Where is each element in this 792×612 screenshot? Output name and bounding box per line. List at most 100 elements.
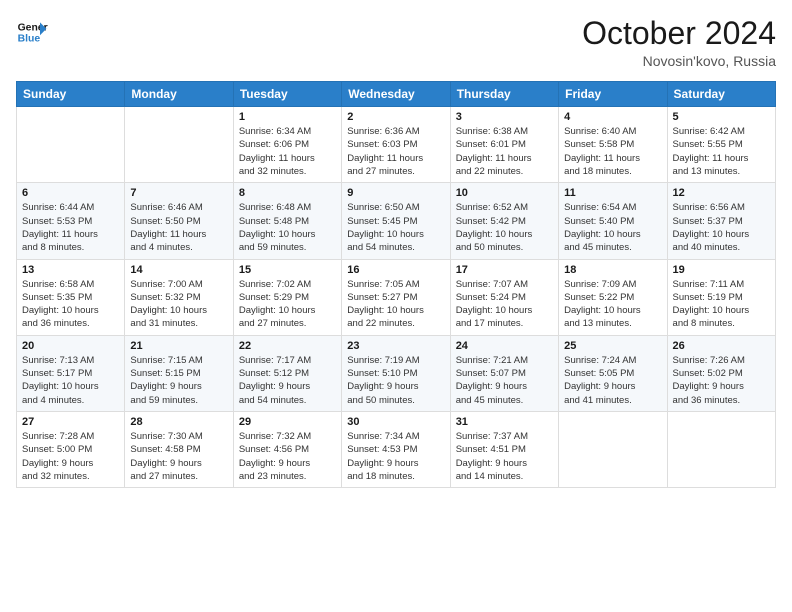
- calendar-cell: 12 Sunrise: 6:56 AMSunset: 5:37 PMDayligh…: [667, 183, 775, 259]
- day-info: Sunrise: 6:58 AMSunset: 5:35 PMDaylight:…: [22, 278, 119, 331]
- day-number: 13: [22, 264, 119, 276]
- day-number: 20: [22, 340, 119, 352]
- weekday-header-wednesday: Wednesday: [342, 82, 450, 107]
- day-number: 3: [456, 111, 553, 123]
- calendar-cell: 29 Sunrise: 7:32 AMSunset: 4:56 PMDayligh…: [233, 411, 341, 487]
- day-info: Sunrise: 7:19 AMSunset: 5:10 PMDaylight:…: [347, 354, 444, 407]
- day-number: 4: [564, 111, 661, 123]
- weekday-header-monday: Monday: [125, 82, 233, 107]
- calendar-week-row: 13 Sunrise: 6:58 AMSunset: 5:35 PMDayligh…: [17, 259, 776, 335]
- calendar-week-row: 27 Sunrise: 7:28 AMSunset: 5:00 PMDayligh…: [17, 411, 776, 487]
- day-info: Sunrise: 7:26 AMSunset: 5:02 PMDaylight:…: [673, 354, 770, 407]
- calendar-cell: 17 Sunrise: 7:07 AMSunset: 5:24 PMDayligh…: [450, 259, 558, 335]
- weekday-header-row: SundayMondayTuesdayWednesdayThursdayFrid…: [17, 82, 776, 107]
- day-info: Sunrise: 6:52 AMSunset: 5:42 PMDaylight:…: [456, 201, 553, 254]
- day-info: Sunrise: 6:54 AMSunset: 5:40 PMDaylight:…: [564, 201, 661, 254]
- day-number: 11: [564, 187, 661, 199]
- weekday-header-friday: Friday: [559, 82, 667, 107]
- calendar-cell: 26 Sunrise: 7:26 AMSunset: 5:02 PMDayligh…: [667, 335, 775, 411]
- weekday-header-sunday: Sunday: [17, 82, 125, 107]
- calendar-cell: [125, 107, 233, 183]
- calendar-cell: [17, 107, 125, 183]
- day-info: Sunrise: 7:13 AMSunset: 5:17 PMDaylight:…: [22, 354, 119, 407]
- day-info: Sunrise: 7:24 AMSunset: 5:05 PMDaylight:…: [564, 354, 661, 407]
- calendar-cell: 6 Sunrise: 6:44 AMSunset: 5:53 PMDaylight…: [17, 183, 125, 259]
- weekday-header-tuesday: Tuesday: [233, 82, 341, 107]
- calendar-cell: 27 Sunrise: 7:28 AMSunset: 5:00 PMDayligh…: [17, 411, 125, 487]
- day-number: 24: [456, 340, 553, 352]
- calendar-cell: 15 Sunrise: 7:02 AMSunset: 5:29 PMDayligh…: [233, 259, 341, 335]
- calendar-cell: 22Sunrise: 7:17 AMSunset: 5:12 PMDayligh…: [233, 335, 341, 411]
- calendar-week-row: 6 Sunrise: 6:44 AMSunset: 5:53 PMDaylight…: [17, 183, 776, 259]
- day-info: Sunrise: 7:28 AMSunset: 5:00 PMDaylight:…: [22, 430, 119, 483]
- title-block: October 2024 Novosin'kovo, Russia: [582, 16, 776, 69]
- calendar-week-row: 20 Sunrise: 7:13 AMSunset: 5:17 PMDayligh…: [17, 335, 776, 411]
- calendar-cell: 14 Sunrise: 7:00 AMSunset: 5:32 PMDayligh…: [125, 259, 233, 335]
- day-info: Sunrise: 7:02 AMSunset: 5:29 PMDaylight:…: [239, 278, 336, 331]
- calendar-cell: 18Sunrise: 7:09 AMSunset: 5:22 PMDayligh…: [559, 259, 667, 335]
- day-info: Sunrise: 7:05 AMSunset: 5:27 PMDaylight:…: [347, 278, 444, 331]
- day-number: 27: [22, 416, 119, 428]
- day-info: Sunrise: 6:42 AMSunset: 5:55 PMDaylight:…: [673, 125, 770, 178]
- logo: General Blue: [16, 16, 48, 48]
- day-info: Sunrise: 7:00 AMSunset: 5:32 PMDaylight:…: [130, 278, 227, 331]
- month-title: October 2024: [582, 16, 776, 51]
- day-number: 12: [673, 187, 770, 199]
- day-info: Sunrise: 6:48 AMSunset: 5:48 PMDaylight:…: [239, 201, 336, 254]
- calendar-cell: 30 Sunrise: 7:34 AMSunset: 4:53 PMDayligh…: [342, 411, 450, 487]
- calendar-cell: 24 Sunrise: 7:21 AMSunset: 5:07 PMDayligh…: [450, 335, 558, 411]
- day-info: Sunrise: 7:17 AMSunset: 5:12 PMDaylight:…: [239, 354, 336, 407]
- calendar-cell: 23 Sunrise: 7:19 AMSunset: 5:10 PMDayligh…: [342, 335, 450, 411]
- day-info: Sunrise: 7:07 AMSunset: 5:24 PMDaylight:…: [456, 278, 553, 331]
- day-info: Sunrise: 7:37 AMSunset: 4:51 PMDaylight:…: [456, 430, 553, 483]
- calendar-cell: 28Sunrise: 7:30 AMSunset: 4:58 PMDayligh…: [125, 411, 233, 487]
- day-info: Sunrise: 6:38 AMSunset: 6:01 PMDaylight:…: [456, 125, 553, 178]
- day-number: 16: [347, 264, 444, 276]
- day-info: Sunrise: 7:32 AMSunset: 4:56 PMDaylight:…: [239, 430, 336, 483]
- calendar-cell: 10 Sunrise: 6:52 AMSunset: 5:42 PMDayligh…: [450, 183, 558, 259]
- day-number: 6: [22, 187, 119, 199]
- svg-text:Blue: Blue: [18, 34, 41, 45]
- calendar-cell: 7 Sunrise: 6:46 AMSunset: 5:50 PMDaylight…: [125, 183, 233, 259]
- day-number: 7: [130, 187, 227, 199]
- day-number: 10: [456, 187, 553, 199]
- day-number: 14: [130, 264, 227, 276]
- day-number: 29: [239, 416, 336, 428]
- calendar-cell: 1Sunrise: 6:34 AMSunset: 6:06 PMDaylight…: [233, 107, 341, 183]
- day-number: 26: [673, 340, 770, 352]
- calendar-cell: [667, 411, 775, 487]
- logo-icon: General Blue: [16, 16, 48, 48]
- day-info: Sunrise: 6:50 AMSunset: 5:45 PMDaylight:…: [347, 201, 444, 254]
- day-number: 1: [239, 111, 336, 123]
- day-info: Sunrise: 6:56 AMSunset: 5:37 PMDaylight:…: [673, 201, 770, 254]
- day-number: 15: [239, 264, 336, 276]
- day-number: 30: [347, 416, 444, 428]
- day-number: 19: [673, 264, 770, 276]
- day-number: 25: [564, 340, 661, 352]
- day-info: Sunrise: 7:34 AMSunset: 4:53 PMDaylight:…: [347, 430, 444, 483]
- calendar-cell: 11 Sunrise: 6:54 AMSunset: 5:40 PMDayligh…: [559, 183, 667, 259]
- day-number: 5: [673, 111, 770, 123]
- location: Novosin'kovo, Russia: [582, 53, 776, 69]
- calendar-cell: 4 Sunrise: 6:40 AMSunset: 5:58 PMDaylight…: [559, 107, 667, 183]
- day-number: 31: [456, 416, 553, 428]
- day-number: 17: [456, 264, 553, 276]
- calendar-week-row: 1Sunrise: 6:34 AMSunset: 6:06 PMDaylight…: [17, 107, 776, 183]
- day-info: Sunrise: 6:36 AMSunset: 6:03 PMDaylight:…: [347, 125, 444, 178]
- calendar-table: SundayMondayTuesdayWednesdayThursdayFrid…: [16, 81, 776, 488]
- calendar-cell: 5 Sunrise: 6:42 AMSunset: 5:55 PMDaylight…: [667, 107, 775, 183]
- day-info: Sunrise: 7:30 AMSunset: 4:58 PMDaylight:…: [130, 430, 227, 483]
- day-info: Sunrise: 6:44 AMSunset: 5:53 PMDaylight:…: [22, 201, 119, 254]
- page-header: General Blue October 2024 Novosin'kovo, …: [16, 16, 776, 69]
- day-info: Sunrise: 6:46 AMSunset: 5:50 PMDaylight:…: [130, 201, 227, 254]
- day-number: 23: [347, 340, 444, 352]
- day-info: Sunrise: 7:15 AMSunset: 5:15 PMDaylight:…: [130, 354, 227, 407]
- day-number: 21: [130, 340, 227, 352]
- day-info: Sunrise: 7:21 AMSunset: 5:07 PMDaylight:…: [456, 354, 553, 407]
- calendar-cell: 31 Sunrise: 7:37 AMSunset: 4:51 PMDayligh…: [450, 411, 558, 487]
- calendar-cell: [559, 411, 667, 487]
- day-info: Sunrise: 7:11 AMSunset: 5:19 PMDaylight:…: [673, 278, 770, 331]
- day-number: 2: [347, 111, 444, 123]
- calendar-cell: 8Sunrise: 6:48 AMSunset: 5:48 PMDaylight…: [233, 183, 341, 259]
- day-info: Sunrise: 6:40 AMSunset: 5:58 PMDaylight:…: [564, 125, 661, 178]
